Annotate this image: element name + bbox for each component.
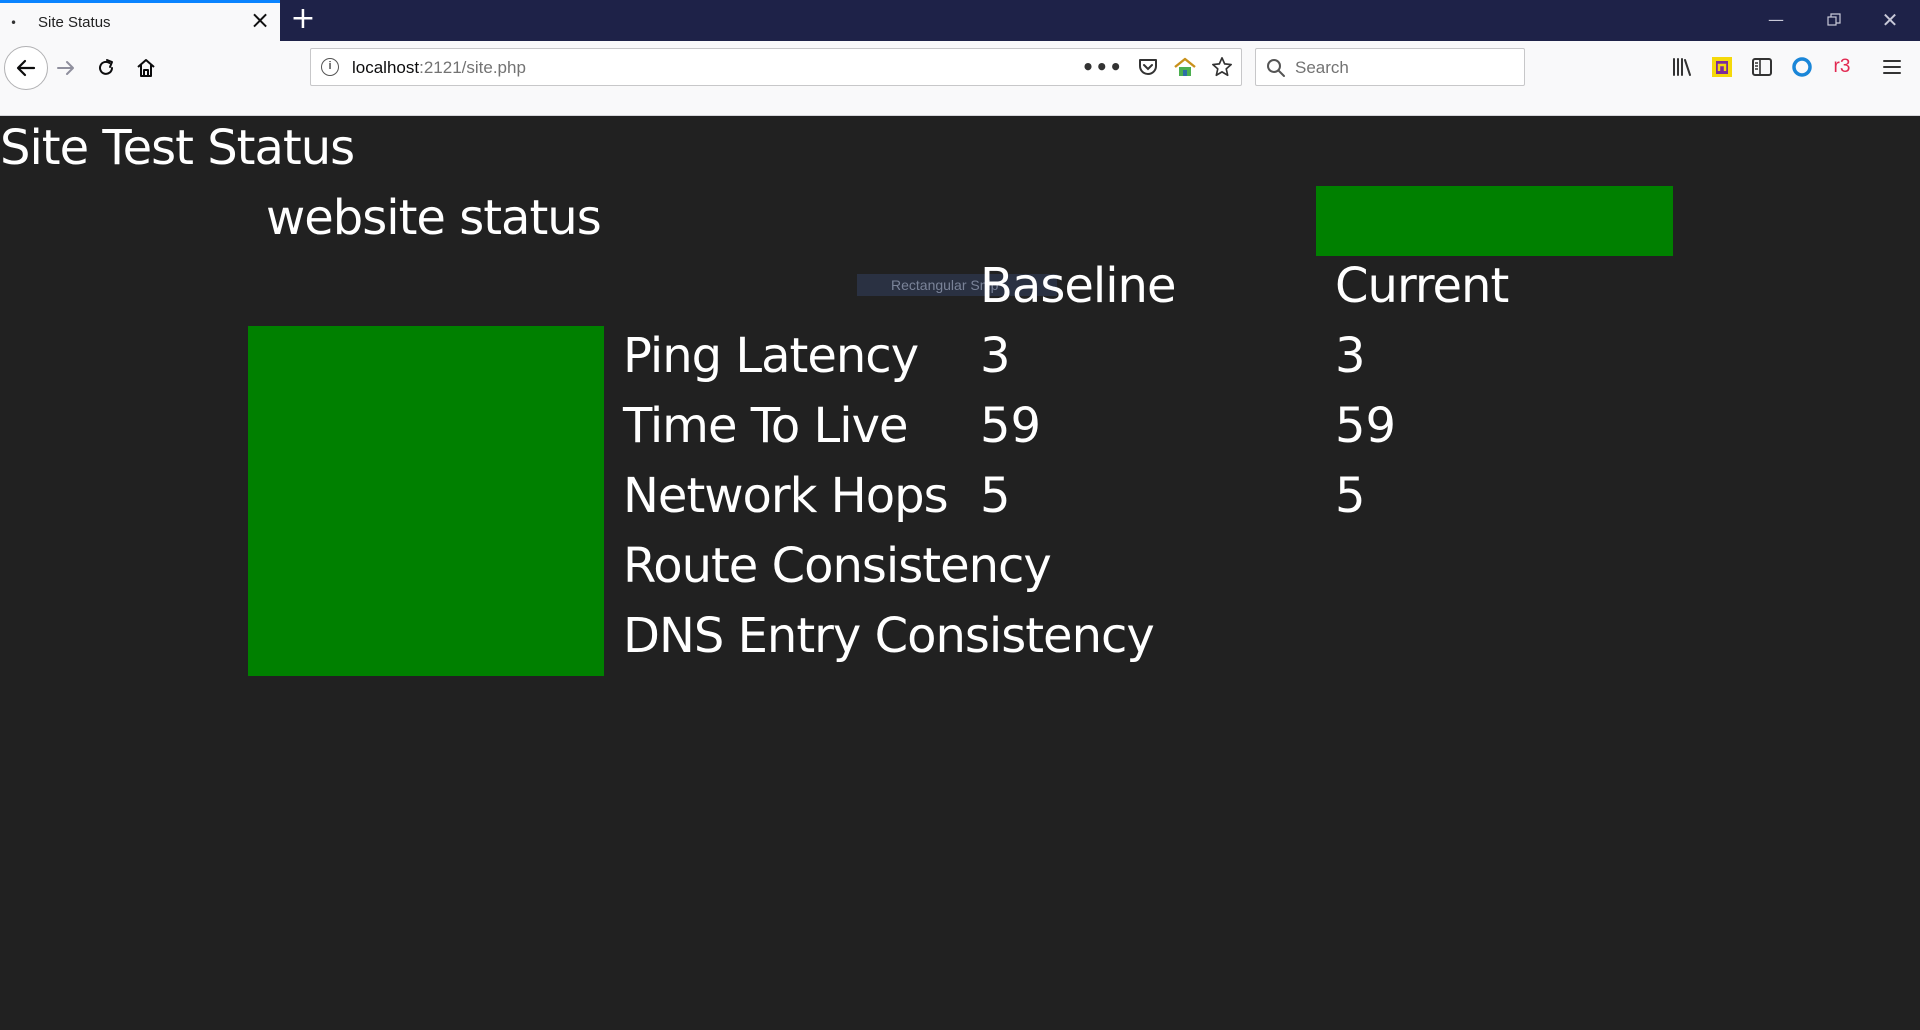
section-title: website status (266, 190, 602, 246)
restore-icon (1827, 13, 1841, 26)
tab-strip: • Site Status × + — ✕ (0, 0, 1920, 41)
back-arrow-icon (16, 59, 36, 77)
page-title: Site Test Status (0, 120, 355, 176)
search-icon (1267, 59, 1285, 77)
overall-status-indicator (248, 326, 604, 676)
home-icon (137, 59, 155, 77)
bookmark-star-icon[interactable] (1211, 56, 1233, 78)
new-tab-button[interactable]: + (288, 2, 318, 36)
page-content: Site Test Status website status Rectangu… (0, 116, 1920, 1030)
onenote-clipper-icon[interactable] (1710, 55, 1734, 79)
current-network-hops: 5 (1335, 468, 1366, 524)
tab-title: Site Status (38, 14, 111, 31)
reload-button[interactable] (90, 52, 122, 84)
sidebar-icon[interactable] (1750, 55, 1774, 79)
metric-label-ping-latency: Ping Latency (623, 328, 919, 384)
minimize-button[interactable]: — (1756, 6, 1796, 34)
baseline-time-to-live: 59 (980, 398, 1042, 454)
metric-label-dns-entry-consistency: DNS Entry Consistency (623, 608, 1155, 664)
search-bar[interactable]: Search (1255, 48, 1525, 86)
extension-circle-icon[interactable] (1790, 55, 1814, 79)
reload-icon (99, 59, 113, 75)
restore-button[interactable] (1814, 6, 1854, 34)
tab-loading-dot: • (10, 16, 18, 30)
back-button[interactable] (4, 46, 48, 90)
pocket-icon[interactable] (1137, 56, 1159, 78)
search-input[interactable]: Search (1295, 58, 1349, 78)
tab-site-status[interactable]: • Site Status × (0, 0, 280, 41)
navigation-toolbar: i localhost:2121/site.php ••• Search r3 (0, 41, 1920, 116)
current-time-to-live: 59 (1335, 398, 1397, 454)
current-status-indicator (1316, 186, 1673, 256)
toolbar-right: r3 (1670, 53, 1904, 81)
library-icon[interactable] (1670, 55, 1694, 79)
forward-arrow-icon (57, 61, 74, 75)
page-actions-icon[interactable]: ••• (1082, 55, 1123, 79)
current-ping-latency: 3 (1335, 328, 1366, 384)
home-button[interactable] (130, 52, 162, 84)
baseline-network-hops: 5 (980, 468, 1011, 524)
baseline-column-header: Baseline (980, 258, 1177, 314)
metric-label-route-consistency: Route Consistency (623, 538, 1052, 594)
close-tab-icon[interactable]: × (248, 8, 272, 32)
forward-button[interactable] (50, 52, 82, 84)
site-info-icon[interactable]: i (321, 58, 339, 76)
address-bar[interactable]: i localhost:2121/site.php ••• (310, 48, 1242, 86)
current-column-header: Current (1335, 258, 1509, 314)
r3-extension-icon[interactable]: r3 (1830, 55, 1854, 79)
metric-label-network-hops: Network Hops (623, 468, 949, 524)
metric-label-time-to-live: Time To Live (623, 398, 909, 454)
hamburger-menu-icon[interactable] (1880, 55, 1904, 79)
baseline-ping-latency: 3 (980, 328, 1011, 384)
close-window-button[interactable]: ✕ (1870, 6, 1910, 34)
url-text[interactable]: localhost:2121/site.php (352, 58, 526, 78)
home-extension-icon[interactable] (1173, 56, 1197, 78)
